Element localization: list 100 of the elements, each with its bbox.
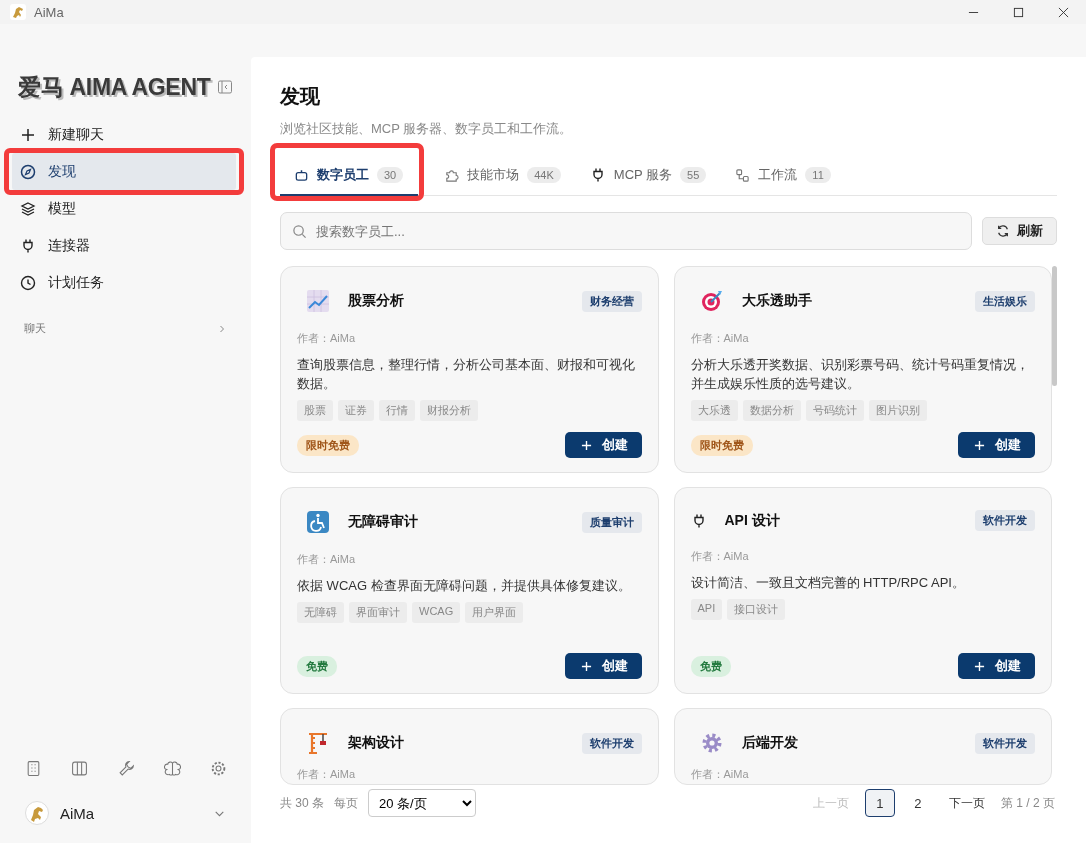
maximize-icon[interactable]	[1013, 6, 1024, 18]
plus-icon	[20, 126, 36, 143]
count-badge: 30	[377, 167, 404, 183]
robot-icon	[294, 167, 309, 183]
tag: 接口设计	[727, 599, 786, 620]
brain-icon[interactable]	[163, 760, 181, 777]
count-badge: 55	[680, 167, 707, 183]
nav-item[interactable]: 计划任务	[12, 264, 236, 301]
agent-card[interactable]: 后端开发 软件开发 作者：AiMa	[673, 708, 1052, 785]
tag: 大乐透	[690, 400, 738, 421]
scrollbar[interactable]	[1052, 266, 1057, 386]
plug-icon	[20, 237, 36, 254]
tag: 行情	[379, 400, 415, 421]
tag: 数据分析	[742, 400, 801, 421]
nav-item[interactable]: 连接器	[12, 227, 236, 264]
page-title: 发现	[280, 84, 321, 109]
card-title: 后端开发	[741, 734, 798, 752]
total-count: 共 30 条	[280, 794, 324, 812]
plus-icon	[580, 660, 592, 672]
agent-card[interactable]: 无障碍审计 质量审计 作者：AiMa 依据 WCAG 检查界面无障碍问题，并提供具体修复建议。 无障碍 界面审计 WCAG 用户界面 免费 创建	[280, 487, 659, 694]
price-badge: 免费	[690, 655, 731, 677]
page-summary: 第 1 / 2 页	[1000, 794, 1055, 812]
close-icon[interactable]	[1058, 6, 1069, 18]
layers-icon	[20, 200, 36, 217]
author-text: 作者：AiMa	[297, 552, 357, 567]
tab[interactable]: 工作流 11	[721, 156, 846, 196]
card-description: 查询股票信息，整理行情，分析公司基本面、财报和可视化数据。	[297, 356, 636, 393]
author-text: 作者：AiMa	[690, 331, 750, 346]
agent-card[interactable]: API 设计 软件开发 作者：AiMa 设计简洁、一致且文档完善的 HTTP/RPC API。 API 接口设计 免费 创建	[673, 487, 1052, 694]
avatar-icon	[25, 801, 49, 825]
page-number[interactable]: 2	[902, 789, 933, 817]
category-tag: 软件开发	[581, 732, 642, 754]
tag: 证券	[338, 400, 374, 421]
nav-item[interactable]: 发现	[12, 153, 236, 190]
count-badge: 44K	[527, 167, 561, 183]
agent-card[interactable]: 架构设计 软件开发 作者：AiMa	[280, 708, 659, 785]
agent-card[interactable]: 股票分析 财务经营 作者：AiMa 查询股票信息，整理行情，分析公司基本面、财报和可视化数据。 股票 证券 行情 财报分析 限时免费 创建	[280, 266, 659, 473]
tag: 号码统计	[805, 400, 864, 421]
author-text: 作者：AiMa	[690, 767, 750, 782]
next-page-link[interactable]: 下一页	[940, 794, 993, 812]
per-page-label: 每页	[334, 794, 358, 812]
building-icon[interactable]	[25, 760, 42, 777]
author-text: 作者：AiMa	[297, 767, 357, 782]
clock-icon	[20, 274, 36, 291]
user-name: AiMa	[60, 804, 95, 822]
section-heading: 聊天	[24, 321, 46, 336]
category-tag: 软件开发	[975, 732, 1035, 754]
author-text: 作者：AiMa	[297, 331, 357, 346]
price-badge: 限时免费	[690, 434, 753, 456]
refresh-icon	[996, 224, 1010, 238]
create-button[interactable]: 创建	[958, 432, 1035, 458]
card-title: 股票分析	[348, 292, 404, 310]
columns-icon[interactable]	[71, 760, 89, 777]
card-title: 架构设计	[348, 734, 404, 752]
card-title: 无障碍审计	[348, 513, 418, 531]
page-number[interactable]: 1	[864, 789, 895, 817]
puzzle-icon	[444, 167, 460, 183]
price-badge: 免费	[297, 655, 337, 677]
target-icon	[699, 289, 724, 313]
category-tag: 财务经营	[581, 290, 642, 312]
create-button[interactable]: 创建	[564, 432, 642, 458]
card-description: 分析大乐透开奖数据、识别彩票号码、统计号码重复情况，并生成娱乐性质的选号建议。	[690, 356, 1030, 393]
card-title: API 设计	[724, 511, 780, 530]
app-logo-text: 爱马 AIMA AGENT	[18, 72, 211, 102]
compass-icon	[20, 163, 36, 180]
plus-icon	[580, 439, 592, 451]
search-icon	[292, 224, 307, 239]
wrench-icon[interactable]	[117, 760, 135, 777]
plus-icon	[974, 439, 985, 451]
per-page-select[interactable]: 20 条/页	[368, 789, 476, 817]
page-subtitle: 浏览社区技能、MCP 服务器、数字员工和工作流。	[280, 120, 574, 138]
tag: 界面审计	[349, 602, 407, 623]
tab[interactable]: 技能市场 44K	[430, 156, 576, 196]
category-tag: 质量审计	[581, 511, 642, 533]
card-description: 依据 WCAG 检查界面无障碍问题，并提供具体修复建议。	[297, 577, 632, 595]
agent-card[interactable]: 大乐透助手 生活娱乐 作者：AiMa 分析大乐透开奖数据、识别彩票号码、统计号码重复情况，并生成娱乐性质的选号建议。 大乐透 数据分析 号码统计 图片识别 限时免费 创建	[673, 266, 1052, 473]
wheelchair-icon	[306, 510, 330, 534]
create-button[interactable]: 创建	[958, 653, 1035, 679]
horse-logo-icon	[10, 4, 26, 20]
tag: 用户界面	[465, 602, 524, 623]
card-title: 大乐透助手	[741, 292, 812, 310]
create-button[interactable]: 创建	[564, 653, 642, 679]
search-field[interactable]: 搜索数字员工...	[280, 212, 972, 250]
tag: 股票	[297, 400, 333, 421]
card-description: 设计简洁、一致且文档完善的 HTTP/RPC API。	[690, 574, 966, 592]
count-badge: 11	[805, 167, 831, 183]
refresh-button[interactable]: 刷新	[982, 217, 1057, 245]
tab[interactable]: MCP 服务 55	[575, 156, 722, 196]
category-tag: 生活娱乐	[975, 290, 1035, 312]
category-tag: 软件开发	[975, 510, 1035, 531]
price-badge: 限时免费	[297, 434, 359, 456]
settings-icon[interactable]	[210, 760, 227, 777]
tag: WCAG	[412, 602, 461, 623]
nav-item[interactable]: 模型	[12, 190, 236, 227]
tag: 无障碍	[297, 602, 344, 623]
nav-item[interactable]: 新建聊天	[12, 116, 236, 153]
author-text: 作者：AiMa	[690, 549, 750, 564]
window-title: AiMa	[34, 4, 64, 20]
tab[interactable]: 数字员工 30	[280, 156, 419, 196]
sidebar-collapse-icon[interactable]	[217, 79, 233, 95]
